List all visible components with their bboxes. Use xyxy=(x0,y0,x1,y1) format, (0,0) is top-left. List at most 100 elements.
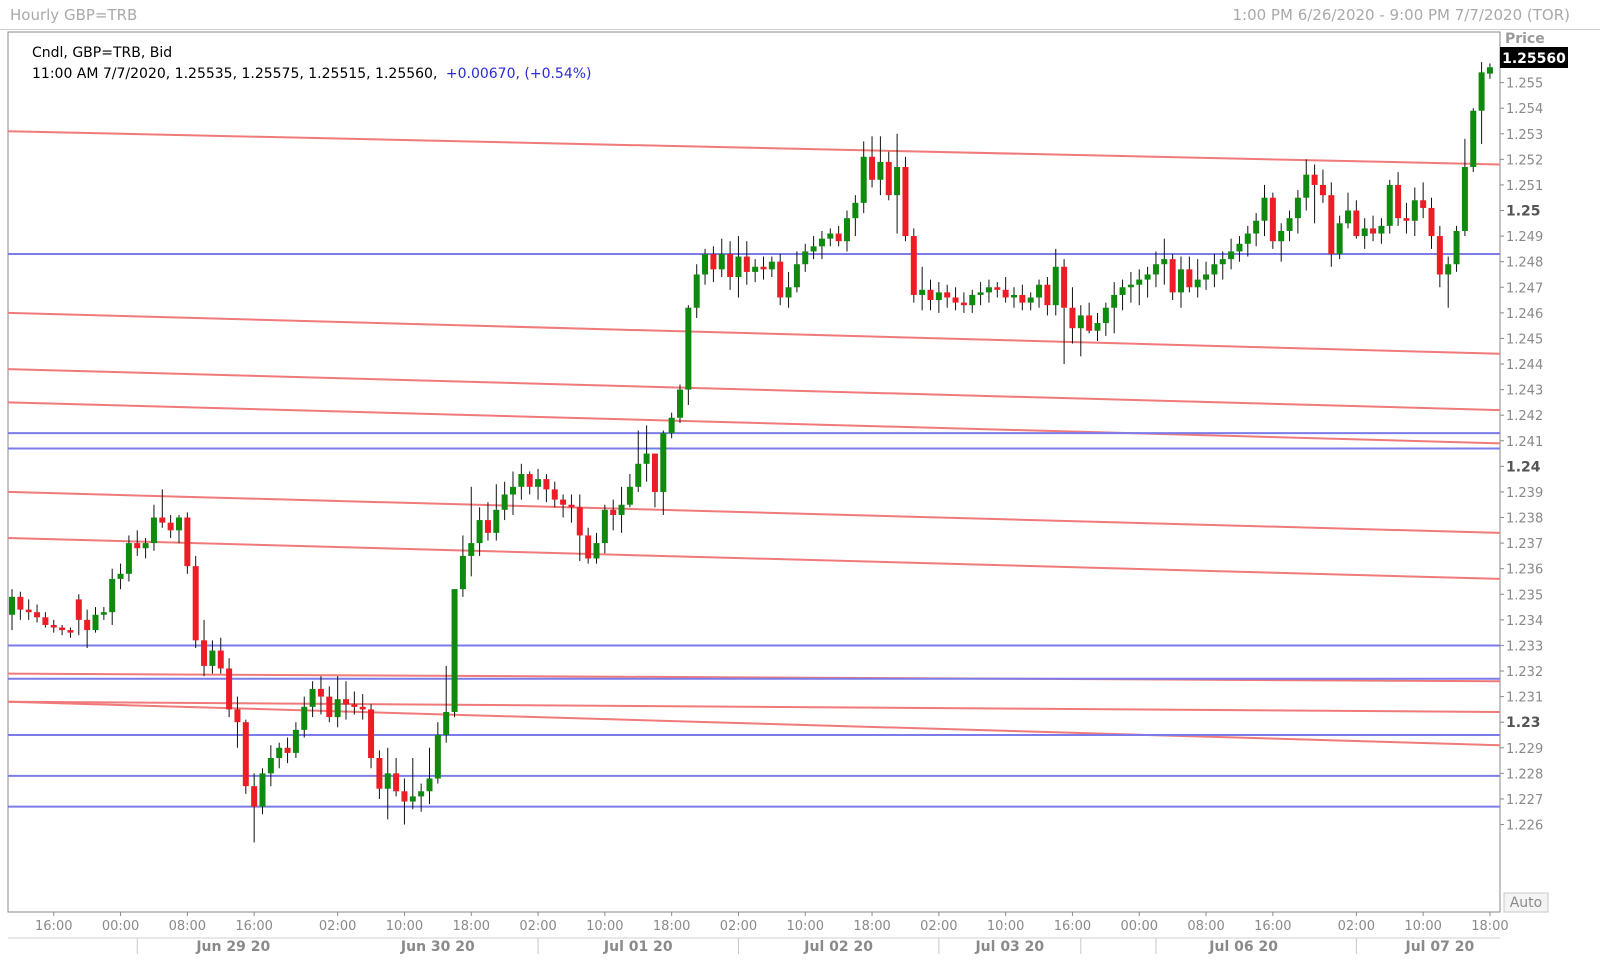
time-tick-label: 10:00 xyxy=(586,919,623,934)
price-tick-label: 1.243 xyxy=(1506,384,1543,399)
date-label: Jun 29 20 xyxy=(195,939,270,955)
candle-body xyxy=(125,543,132,574)
candle-body xyxy=(468,543,475,556)
candle-body xyxy=(1061,266,1068,308)
candle-body xyxy=(418,791,425,797)
candle-body xyxy=(1453,230,1460,265)
candle-body xyxy=(885,161,892,196)
price-tick-label: 1.24 xyxy=(1506,459,1541,475)
date-label: Jul 03 20 xyxy=(974,939,1044,955)
price-tick-label: 1.249 xyxy=(1506,230,1543,245)
candle-body xyxy=(1127,284,1134,288)
time-tick-label: 00:00 xyxy=(102,919,139,934)
plot-area[interactable] xyxy=(7,31,1501,913)
candle-body xyxy=(9,596,15,615)
price-tick-label: 1.244 xyxy=(1506,358,1543,373)
candle-body xyxy=(259,773,266,807)
price-tick-label: 1.25 xyxy=(1506,204,1541,220)
price-axis: 1.226 1.227 1.228 1.229 1.23 1.231 1.232 1.233 1… xyxy=(1500,77,1543,834)
candle-body xyxy=(117,573,124,579)
price-tick-label: 1.242 xyxy=(1506,409,1543,424)
candle-body xyxy=(234,709,241,723)
candle-body xyxy=(802,251,809,265)
time-tick-label: 02:00 xyxy=(920,919,957,934)
candle-body xyxy=(75,599,82,620)
candle-body xyxy=(1211,264,1218,275)
candle-body xyxy=(1428,207,1435,237)
candle-body xyxy=(685,307,692,390)
candle-body xyxy=(651,453,658,492)
candle-body xyxy=(34,612,41,618)
candle-body xyxy=(1086,315,1093,331)
candle-body xyxy=(1111,294,1118,308)
candle-body xyxy=(785,287,792,298)
price-axis-label: Price xyxy=(1505,31,1545,47)
candle-body xyxy=(309,688,316,707)
candle-body xyxy=(501,494,508,510)
candle-body xyxy=(1386,184,1393,226)
candle-body xyxy=(1036,284,1043,298)
price-tick-label: 1.229 xyxy=(1506,742,1543,757)
candle-body xyxy=(242,722,249,787)
candle-body xyxy=(1244,233,1251,244)
candle-body xyxy=(134,543,141,549)
candle-body xyxy=(1027,297,1034,303)
price-tick-label: 1.254 xyxy=(1506,102,1543,117)
candle-body xyxy=(409,796,416,802)
time-tick-label: 18:00 xyxy=(853,919,890,934)
candle-body xyxy=(17,596,24,610)
candle-body xyxy=(643,453,650,464)
candle-body xyxy=(693,274,700,308)
candle-body xyxy=(852,202,859,219)
candle-body xyxy=(1261,197,1268,221)
price-tick-label: 1.232 xyxy=(1506,665,1543,680)
candle-body xyxy=(660,433,667,492)
time-tick-label: 08:00 xyxy=(169,919,206,934)
time-tick-label: 02:00 xyxy=(319,919,356,934)
candle-body xyxy=(25,609,32,613)
candle-body xyxy=(626,486,633,505)
time-tick-label: 00:00 xyxy=(1121,919,1158,934)
price-tick-label: 1.252 xyxy=(1506,153,1543,168)
candle-body xyxy=(860,156,867,203)
candle-body xyxy=(1361,228,1368,237)
candle-body xyxy=(401,791,408,802)
price-tick-label: 1.245 xyxy=(1506,332,1543,347)
time-axis: 16:00 00:00 08:00 16:00 02:00 10:00 18:00 02:00… xyxy=(35,912,1509,955)
candle-body xyxy=(869,156,876,180)
candle-body xyxy=(1445,264,1452,275)
candlestick-chart[interactable]: 1.226 1.227 1.228 1.229 1.23 1.231 1.232 1.233 1… xyxy=(0,0,1600,978)
time-tick-label: 02:00 xyxy=(1338,919,1375,934)
candle-body xyxy=(668,417,675,434)
candle-body xyxy=(426,778,433,792)
candle-body xyxy=(1102,307,1109,324)
time-tick-label: 16:00 xyxy=(1054,919,1091,934)
candle-body xyxy=(894,167,901,196)
candle-body xyxy=(743,256,750,272)
time-tick-label: 10:00 xyxy=(386,919,423,934)
candle-body xyxy=(635,463,642,487)
candle-body xyxy=(176,517,182,531)
candle-body xyxy=(718,254,725,270)
candle-body xyxy=(793,264,800,288)
candle-body xyxy=(919,289,926,295)
candle-body xyxy=(1253,220,1260,234)
candle-body xyxy=(317,688,324,697)
candle-body xyxy=(1203,274,1210,280)
candle-body xyxy=(226,668,233,710)
candle-body xyxy=(610,509,617,515)
candle-body xyxy=(844,218,850,242)
candle-body xyxy=(593,543,600,559)
price-tick-label: 1.251 xyxy=(1506,179,1543,194)
candle-body xyxy=(1194,279,1201,288)
candle-body xyxy=(535,479,542,487)
candle-body xyxy=(977,292,984,295)
price-tick-label: 1.238 xyxy=(1506,512,1543,527)
candle-body xyxy=(384,773,391,789)
candle-body xyxy=(752,266,759,272)
candle-body xyxy=(510,486,516,495)
candle-body xyxy=(1461,167,1468,231)
candle-body xyxy=(301,706,308,730)
candle-body xyxy=(1278,230,1285,242)
candle-body xyxy=(284,747,291,753)
